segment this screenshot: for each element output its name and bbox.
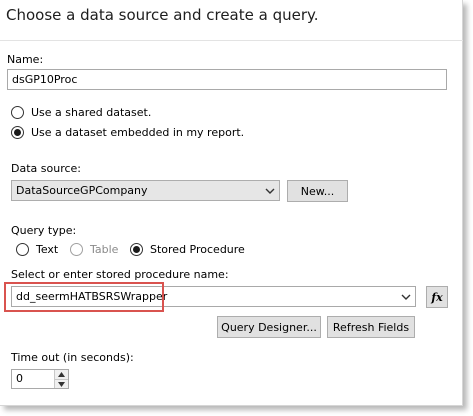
- new-data-source-button[interactable]: New...: [287, 180, 348, 202]
- caret-down-icon: [58, 381, 65, 387]
- heading-divider: [0, 40, 463, 41]
- spinner-up-button[interactable]: [55, 370, 68, 379]
- chevron-down-icon: [401, 294, 411, 300]
- stored-procedure-label: Select or enter stored procedure name:: [11, 268, 229, 281]
- query-type-label: Query type:: [11, 224, 77, 237]
- query-type-text-radio[interactable]: [16, 243, 29, 256]
- caret-up-icon: [58, 372, 65, 377]
- dataset-properties-panel: Choose a data source and create a query.…: [0, 0, 463, 406]
- query-type-table-label: Table: [90, 243, 119, 256]
- query-type-text-option[interactable]: Text: [16, 243, 58, 256]
- refresh-fields-button[interactable]: Refresh Fields: [327, 316, 415, 338]
- stored-procedure-highlight: [4, 282, 164, 312]
- data-source-label: Data source:: [11, 162, 81, 175]
- query-type-text-label: Text: [36, 243, 59, 256]
- query-designer-button[interactable]: Query Designer...: [217, 316, 321, 338]
- data-source-dropdown[interactable]: DataSourceGPCompany: [11, 180, 280, 201]
- query-type-stored-procedure-label: Stored Procedure: [150, 243, 245, 256]
- query-type-table-option: Table: [70, 243, 118, 256]
- name-field[interactable]: dsGP10Proc: [7, 69, 447, 90]
- shared-dataset-option[interactable]: Use a shared dataset.: [11, 106, 151, 119]
- timeout-spinner[interactable]: 0: [11, 369, 69, 389]
- expression-button[interactable]: fx: [426, 286, 448, 308]
- query-type-stored-procedure-radio[interactable]: [130, 243, 143, 256]
- shared-dataset-radio[interactable]: [11, 106, 24, 119]
- page-heading: Choose a data source and create a query.: [6, 6, 319, 24]
- embedded-dataset-label: Use a dataset embedded in my report.: [31, 126, 245, 139]
- shared-dataset-label: Use a shared dataset.: [31, 106, 152, 119]
- data-source-value: DataSourceGPCompany: [16, 184, 148, 197]
- timeout-spinner-buttons: [54, 370, 68, 388]
- fx-icon: fx: [431, 290, 443, 304]
- query-type-stored-procedure-option[interactable]: Stored Procedure: [130, 243, 245, 256]
- spinner-down-button[interactable]: [55, 379, 68, 388]
- timeout-value: 0: [16, 372, 23, 385]
- embedded-dataset-radio[interactable]: [11, 126, 24, 139]
- name-label: Name:: [7, 53, 44, 66]
- chevron-down-icon: [265, 188, 275, 194]
- embedded-dataset-option[interactable]: Use a dataset embedded in my report.: [11, 126, 244, 139]
- query-type-table-radio: [70, 243, 83, 256]
- timeout-label: Time out (in seconds):: [11, 351, 134, 364]
